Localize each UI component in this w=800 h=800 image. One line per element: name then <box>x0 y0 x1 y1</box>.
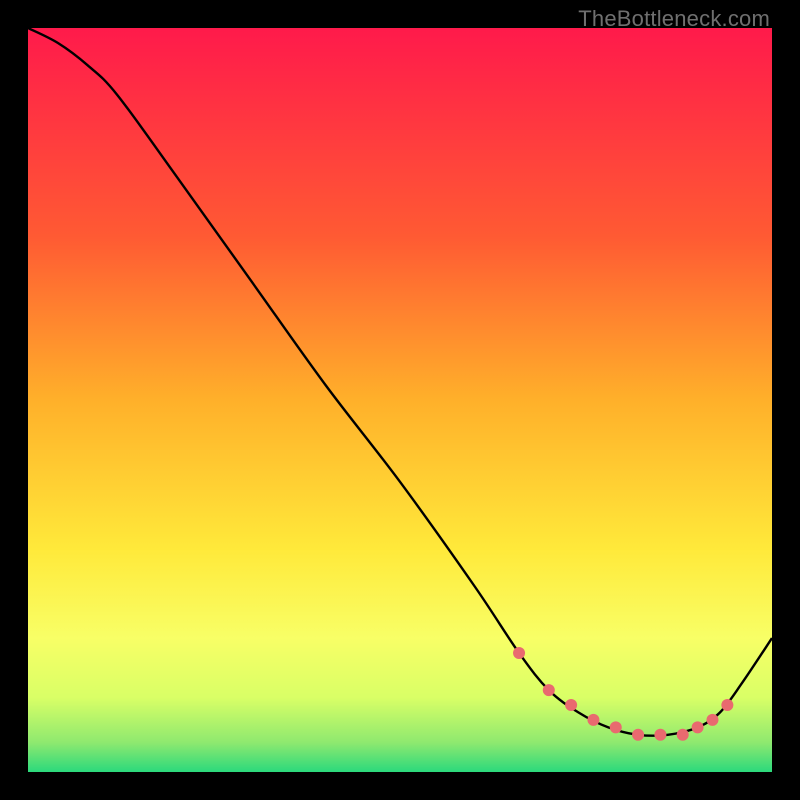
plot-area <box>28 28 772 772</box>
background-gradient <box>28 28 772 772</box>
gradient-rect <box>28 28 772 772</box>
watermark-text: TheBottleneck.com <box>578 6 770 32</box>
chart-stage: TheBottleneck.com <box>0 0 800 800</box>
